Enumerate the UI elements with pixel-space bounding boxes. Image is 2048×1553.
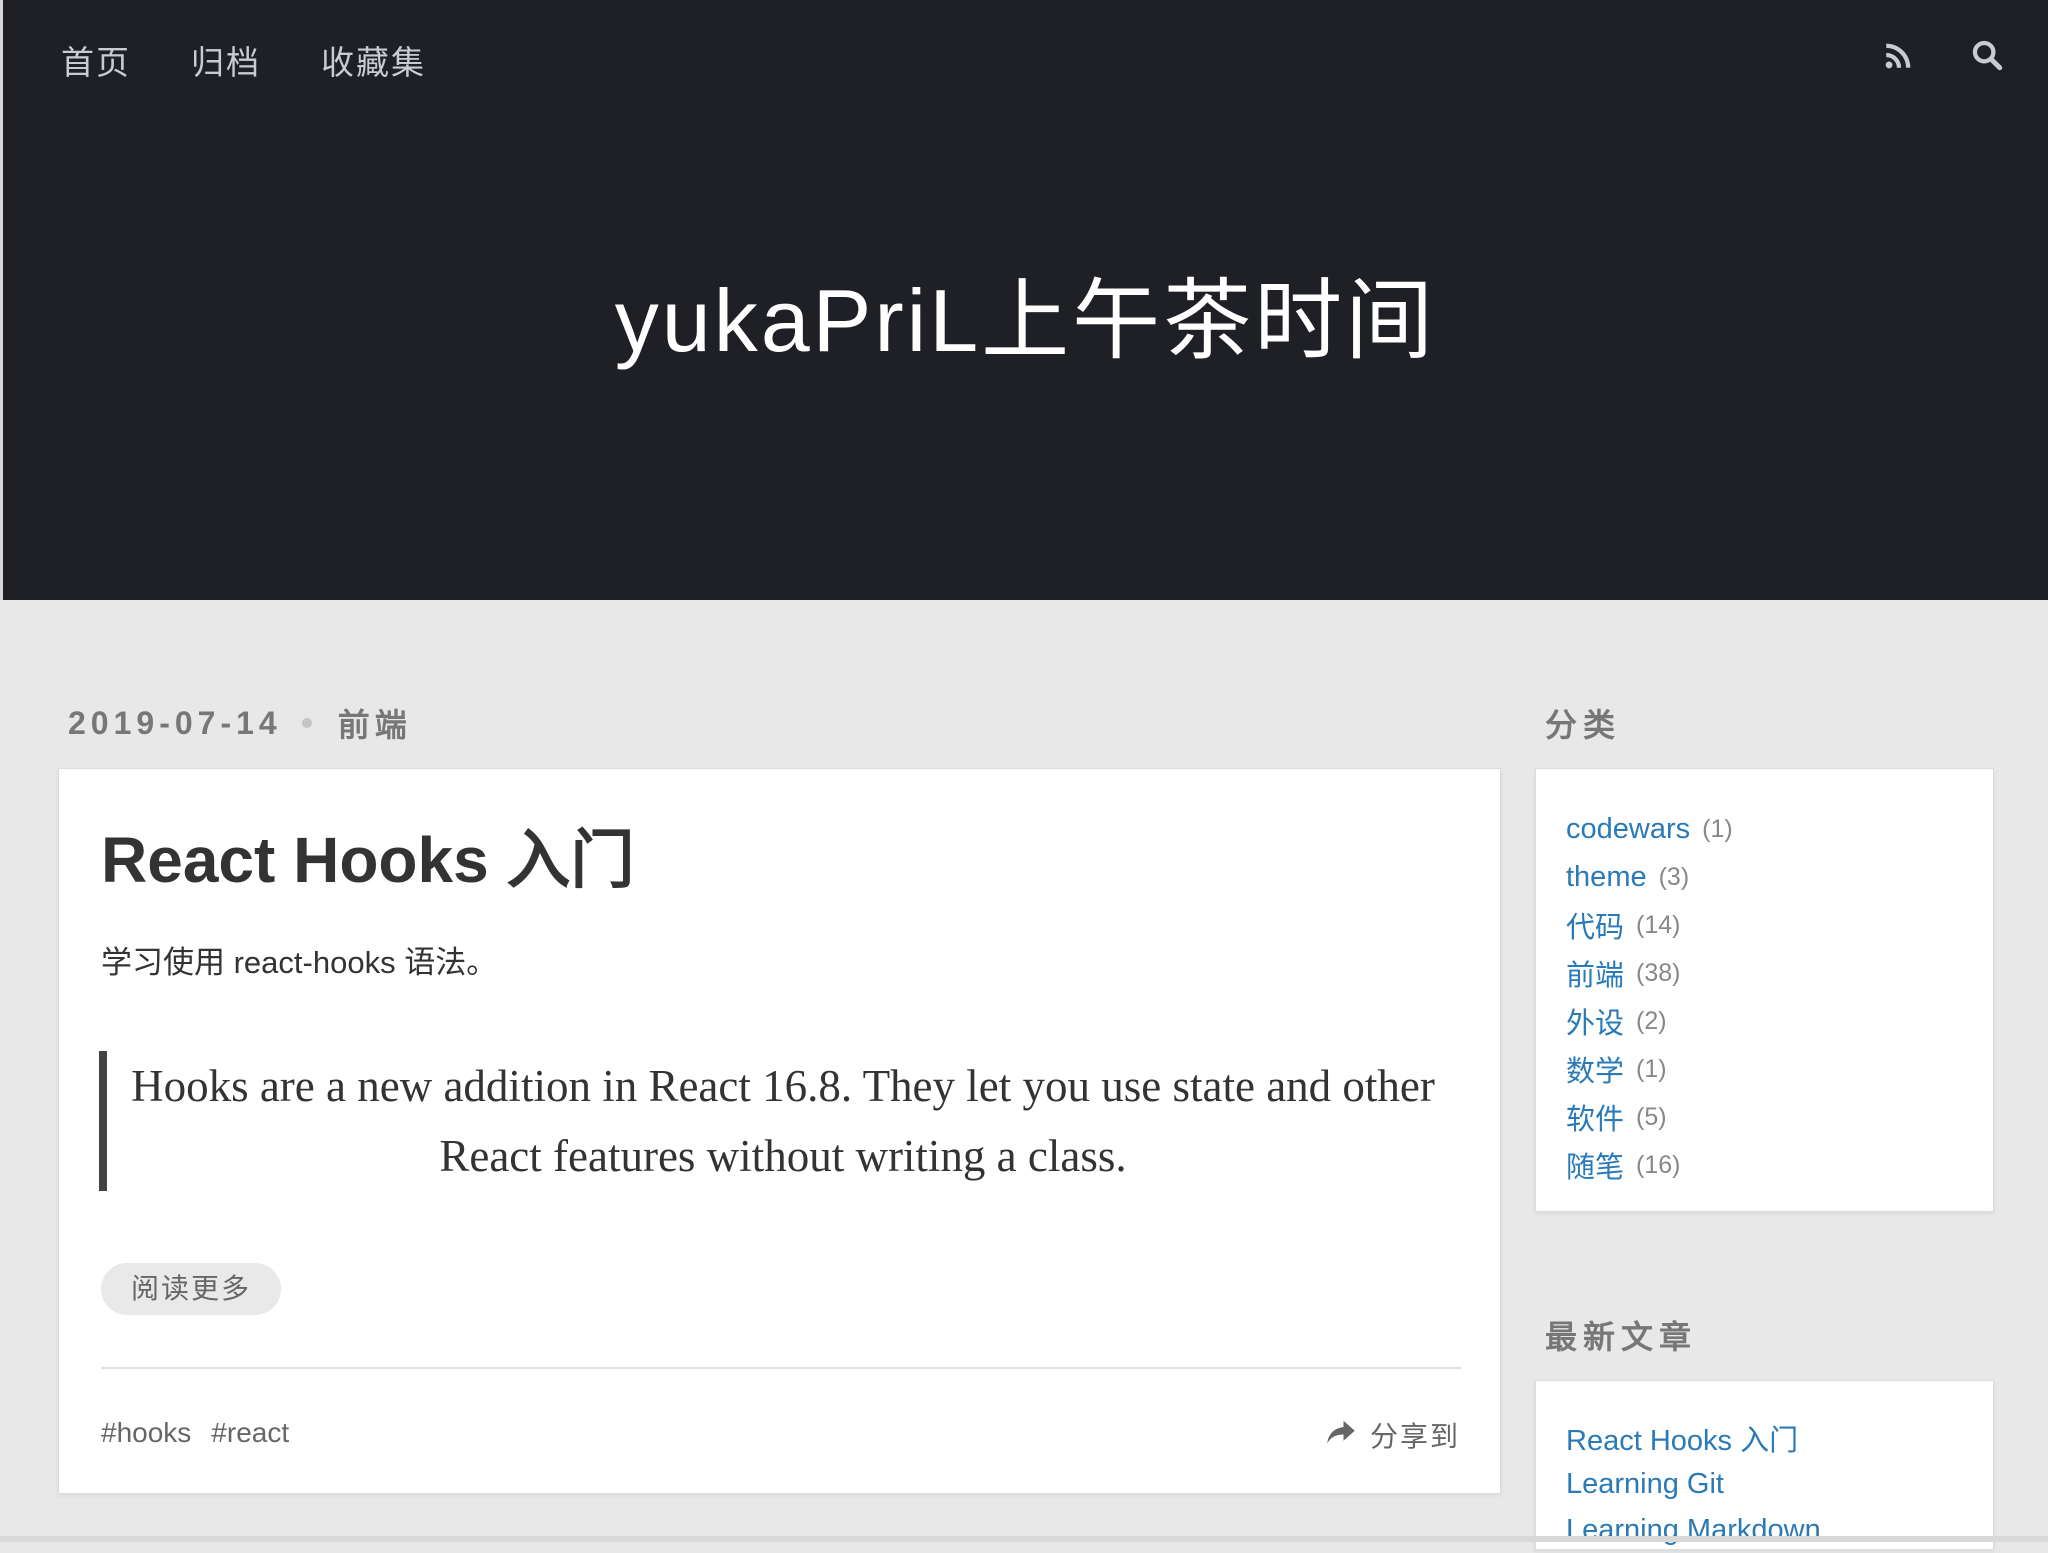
post-card: React Hooks 入门 学习使用 react-hooks 语法。 Hook… <box>58 768 1501 1494</box>
nav-item-collections[interactable]: 收藏集 <box>321 36 426 84</box>
category-link[interactable]: 随笔 <box>1566 1144 1624 1186</box>
share-button[interactable]: 分享到 <box>1326 1415 1460 1455</box>
list-item: 软件 (5) <box>1566 1093 1993 1141</box>
list-item: Learning Git <box>1566 1461 1993 1507</box>
post-blockquote: Hooks are a new addition in React 16.8. … <box>99 1051 1459 1191</box>
list-item: theme (3) <box>1566 853 1993 901</box>
nav-item-home[interactable]: 首页 <box>61 36 131 84</box>
search-icon[interactable] <box>1970 38 2004 72</box>
top-nav: 首页 归档 收藏集 <box>61 36 486 84</box>
read-more-button[interactable]: 阅读更多 <box>101 1263 282 1315</box>
recent-post-link[interactable]: Learning Git <box>1566 1468 1724 1501</box>
category-link[interactable]: 代码 <box>1566 904 1624 946</box>
category-list: codewars (1) theme (3) 代码 (14) 前端 (38) 外设 (2)… <box>1536 769 1993 1189</box>
post-meta: 2019-07-14 前端 <box>68 700 412 746</box>
header-actions <box>1882 38 2004 72</box>
category-link[interactable]: theme <box>1566 861 1647 894</box>
category-count: (1) <box>1702 814 1733 843</box>
categories-widget: codewars (1) theme (3) 代码 (14) 前端 (38) 外设 (2)… <box>1535 768 1994 1212</box>
category-count: (16) <box>1636 1150 1681 1179</box>
category-count: (1) <box>1636 1054 1667 1083</box>
category-count: (14) <box>1636 910 1681 939</box>
post-category-link[interactable]: 前端 <box>338 700 412 746</box>
category-link[interactable]: 软件 <box>1566 1096 1624 1138</box>
share-label: 分享到 <box>1369 1421 1460 1452</box>
category-count: (38) <box>1636 958 1681 987</box>
list-item: 随笔 (16) <box>1566 1141 1993 1189</box>
site-header: 首页 归档 收藏集 yukaPriL上午茶时间 <box>0 0 2048 600</box>
tag-react[interactable]: #react <box>211 1417 289 1449</box>
post-divider <box>101 1367 1461 1369</box>
recent-posts-widget: React Hooks 入门 Learning Git Learning Mar… <box>1535 1380 1994 1550</box>
list-item: 前端 (38) <box>1566 949 1993 997</box>
meta-separator-dot <box>301 718 312 728</box>
list-item: 外设 (2) <box>1566 997 1993 1045</box>
categories-title: 分类 <box>1545 707 1622 743</box>
category-link[interactable]: 前端 <box>1566 952 1624 994</box>
category-count: (3) <box>1658 862 1690 891</box>
post-intro: 学习使用 react-hooks 语法。 <box>101 945 498 980</box>
post-date: 2019-07-14 <box>68 704 282 741</box>
site-title[interactable]: yukaPriL上午茶时间 <box>3 250 2048 377</box>
category-link[interactable]: 数学 <box>1566 1048 1624 1090</box>
category-count: (2) <box>1636 1006 1667 1035</box>
list-item: codewars (1) <box>1566 805 1993 853</box>
post-tags: #hooks #react <box>101 1417 289 1449</box>
list-item: React Hooks 入门 <box>1566 1415 1993 1461</box>
share-icon <box>1326 1418 1356 1453</box>
list-item: Learning Markdown <box>1566 1507 1993 1553</box>
category-count: (5) <box>1636 1102 1667 1131</box>
page-bottom-edge <box>0 1536 2048 1542</box>
rss-icon[interactable] <box>1882 38 1916 72</box>
recent-posts-list: React Hooks 入门 Learning Git Learning Mar… <box>1536 1381 1993 1553</box>
category-link[interactable]: codewars <box>1566 813 1690 846</box>
nav-item-archive[interactable]: 归档 <box>191 36 261 84</box>
post-title[interactable]: React Hooks 入门 <box>101 809 634 901</box>
recent-posts-title: 最新文章 <box>1545 1319 1698 1355</box>
category-link[interactable]: 外设 <box>1566 1000 1624 1042</box>
tag-hooks[interactable]: #hooks <box>101 1417 191 1449</box>
list-item: 代码 (14) <box>1566 901 1993 949</box>
list-item: 数学 (1) <box>1566 1045 1993 1093</box>
recent-post-link[interactable]: React Hooks 入门 <box>1566 1417 1798 1459</box>
